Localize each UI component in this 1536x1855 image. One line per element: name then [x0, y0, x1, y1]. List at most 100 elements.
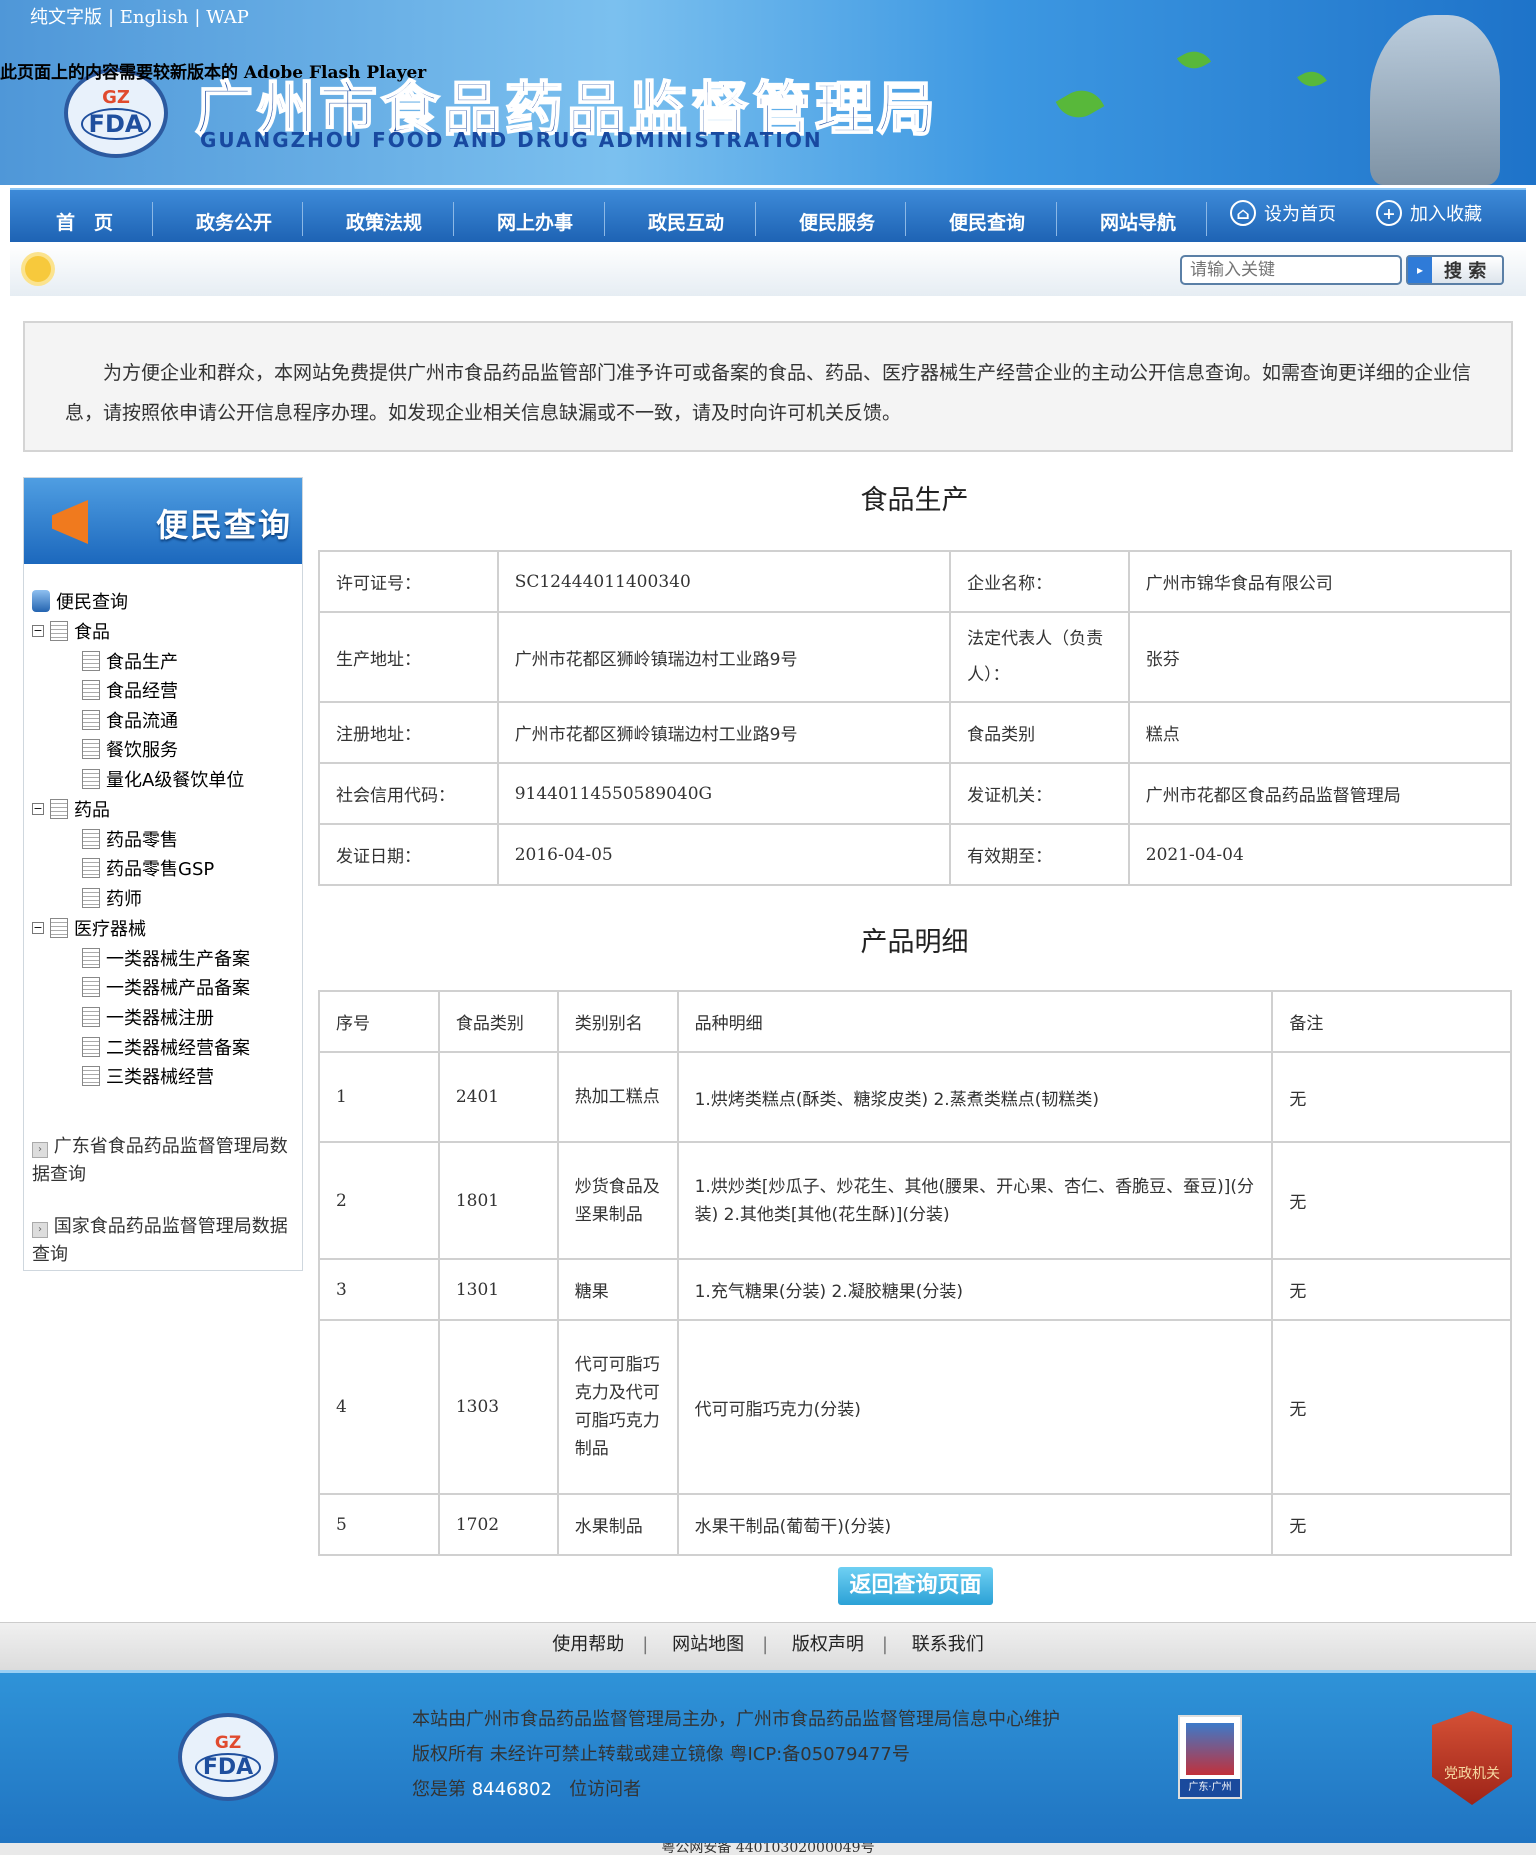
leaf-decoration	[1297, 65, 1327, 93]
main-nav: 首 页 政务公开 政策法规 网上办事 政民互动 便民服务 便民查询 网站导航 ⌂…	[10, 188, 1526, 242]
computer-icon	[32, 590, 50, 612]
set-home-button[interactable]: ⌂ 设为首页	[1230, 200, 1336, 226]
food-category-code: 1301	[437, 1258, 559, 1321]
guangdong-fda-link[interactable]: › 广东省食品药品监督管理局数据查询	[32, 1133, 294, 1189]
tree-item-label: 一类器械生产备案	[106, 949, 250, 970]
national-fda-link[interactable]: › 国家食品药品监督管理局数据查询	[32, 1213, 294, 1269]
nav-home[interactable]: 首 页	[56, 208, 113, 235]
tree-item-device-4[interactable]: 二类器械经营备案	[82, 1034, 250, 1060]
field-label: 企业名称：	[949, 550, 1130, 613]
page-icon	[82, 651, 100, 671]
tree-item-label: 一类器械注册	[106, 1008, 214, 1029]
sidebar-header: 便民查询	[24, 478, 302, 564]
tree-item-pharmacist[interactable]: 药师	[82, 885, 142, 911]
tree-item-food-production[interactable]: 食品生产	[82, 648, 178, 674]
nav-policies[interactable]: 政策法规	[346, 208, 422, 235]
nav-divider	[905, 202, 906, 236]
field-label: 许可证号：	[318, 550, 499, 613]
nav-gov-affairs[interactable]: 政务公开	[196, 208, 272, 235]
page-icon	[82, 977, 100, 997]
tree-item-drug-retail[interactable]: 药品零售	[82, 826, 178, 852]
nav-online-services[interactable]: 网上办事	[497, 208, 573, 235]
tree-item-food-circulation[interactable]: 食品流通	[82, 707, 178, 733]
tree-item-device-2[interactable]: 一类器械产品备案	[82, 974, 250, 1000]
row-number: 5	[318, 1493, 440, 1556]
header-banner: 纯文字版 | English | WAP GZ FDA 广州市食品药品监督管理局 G…	[0, 0, 1536, 185]
tree-item-device-3[interactable]: 一类器械注册	[82, 1004, 214, 1030]
back-to-query-button[interactable]: 返回查询页面	[838, 1567, 993, 1605]
tree-item-label: 食品生产	[106, 652, 178, 673]
tree-item-a-grade-catering[interactable]: 量化A级餐饮单位	[82, 766, 244, 792]
notice-box: 为方便企业和群众，本网站免费提供广州市食品药品监管部门准予许可或备案的食品、药品…	[23, 321, 1513, 452]
plus-icon: +	[1376, 200, 1402, 226]
page-icon	[82, 948, 100, 968]
tree-item-drug-retail-gsp[interactable]: 药品零售GSP	[82, 855, 214, 881]
field-label: 有效期至：	[949, 823, 1130, 886]
tree-item-device-5[interactable]: 三类器械经营	[82, 1063, 214, 1089]
flash-notice: 此页面上的内容需要较新版本的 Adobe Flash Player	[0, 63, 427, 83]
search-button[interactable]: ▸ 搜 索	[1406, 255, 1504, 285]
food-category-code: 2401	[437, 1051, 559, 1143]
tree-item-device-1[interactable]: 一类器械生产备案	[82, 945, 250, 971]
tree-item-label: 餐饮服务	[106, 740, 178, 761]
tree-node-drug[interactable]: − 药品	[32, 796, 110, 822]
table-row: 社会信用代码： 91440114550589040G 发证机关： 广州市花都区食…	[318, 762, 1513, 825]
wap-link[interactable]: WAP	[206, 7, 249, 28]
tree-item-food-business[interactable]: 食品经营	[82, 677, 178, 703]
table-row: 发证日期： 2016-04-05 有效期至： 2021-04-04	[318, 823, 1513, 886]
page-icon	[82, 829, 100, 849]
field-label: 发证日期：	[318, 823, 499, 886]
table-row: 3 1301 糖果 1.充气糖果(分装) 2.凝胶糖果(分装) 无	[318, 1258, 1512, 1321]
field-value: 广州市花都区狮岭镇瑞边村工业路9号	[496, 701, 952, 764]
nav-public-query[interactable]: 便民查询	[949, 208, 1025, 235]
table-row: 许可证号： SC12444011400340 企业名称： 广州市锦华食品有限公司	[318, 550, 1513, 613]
website-id-badge[interactable]: 广东·广州	[1178, 1715, 1242, 1799]
nav-divider	[755, 202, 756, 236]
search-icon: ▸	[1408, 257, 1432, 283]
visitor-counter: 您是第 8446802 位访问者	[412, 1775, 641, 1801]
tree-node-food-label: 食品	[74, 622, 110, 643]
field-value: 2016-04-05	[496, 823, 952, 886]
tree-root[interactable]: 便民查询	[32, 588, 128, 614]
table-row: 生产地址： 广州市花都区狮岭镇瑞边村工业路9号 法定代表人（负责人）： 张芬	[318, 611, 1513, 703]
variety-detail: 代可可脂巧克力(分装)	[676, 1319, 1274, 1495]
column-header: 品种明细	[676, 990, 1274, 1053]
nav-interaction[interactable]: 政民互动	[648, 208, 724, 235]
tree-item-label: 食品经营	[106, 681, 178, 702]
sitemap-link[interactable]: 网站地图	[672, 1634, 744, 1655]
sidebar-title: 便民查询	[156, 506, 293, 544]
search-input[interactable]	[1180, 255, 1402, 285]
table-header-row: 序号 食品类别 类别别名 品种明细 备注	[318, 990, 1512, 1053]
sun-icon	[25, 256, 51, 282]
row-number: 2	[318, 1141, 440, 1260]
nav-site-map[interactable]: 网站导航	[1100, 208, 1176, 235]
party-government-badge[interactable]: 党政机关	[1432, 1711, 1512, 1805]
tree-node-device[interactable]: − 医疗器械	[32, 915, 146, 941]
tree-item-label: 食品流通	[106, 711, 178, 732]
english-link[interactable]: English	[120, 7, 189, 28]
tree-item-label: 药品零售	[106, 830, 178, 851]
visitor-suffix: 位访问者	[569, 1779, 642, 1800]
top-links: 纯文字版 | English | WAP	[30, 7, 249, 28]
text-version-link[interactable]: 纯文字版	[30, 7, 102, 28]
contact-link[interactable]: 联系我们	[912, 1634, 984, 1655]
variety-detail: 1.烘烤类糕点(酥类、糖浆皮类) 2.蒸煮类糕点(韧糕类)	[676, 1051, 1274, 1143]
nav-public-service[interactable]: 便民服务	[799, 208, 875, 235]
row-number: 3	[318, 1258, 440, 1321]
footer-copyright-text: 版权所有 未经许可禁止转载或建立镜像 粤ICP:备05079477号	[412, 1744, 910, 1765]
row-number: 4	[318, 1319, 440, 1495]
help-link[interactable]: 使用帮助	[552, 1634, 624, 1655]
national-fda-link-label: 国家食品药品监督管理局数据查询	[32, 1216, 288, 1265]
guangdong-fda-link-label: 广东省食品药品监督管理局数据查询	[32, 1136, 288, 1185]
section-title-product-details: 产品明细	[860, 927, 969, 958]
field-label: 生产地址：	[318, 611, 499, 703]
copyright-link[interactable]: 版权声明	[792, 1634, 864, 1655]
tree-node-food[interactable]: − 食品	[32, 618, 110, 644]
add-favorite-button[interactable]: + 加入收藏	[1376, 200, 1482, 226]
arrow-icon: ›	[32, 1142, 48, 1158]
page-icon	[82, 680, 100, 700]
tree-item-label: 三类器械经营	[106, 1067, 214, 1088]
table-row: 2 1801 炒货食品及坚果制品 1.烘炒类[炒瓜子、炒花生、其他(腰果、开心果…	[318, 1141, 1512, 1260]
tree-item-catering[interactable]: 餐饮服务	[82, 736, 178, 762]
column-header: 类别别名	[556, 990, 679, 1053]
